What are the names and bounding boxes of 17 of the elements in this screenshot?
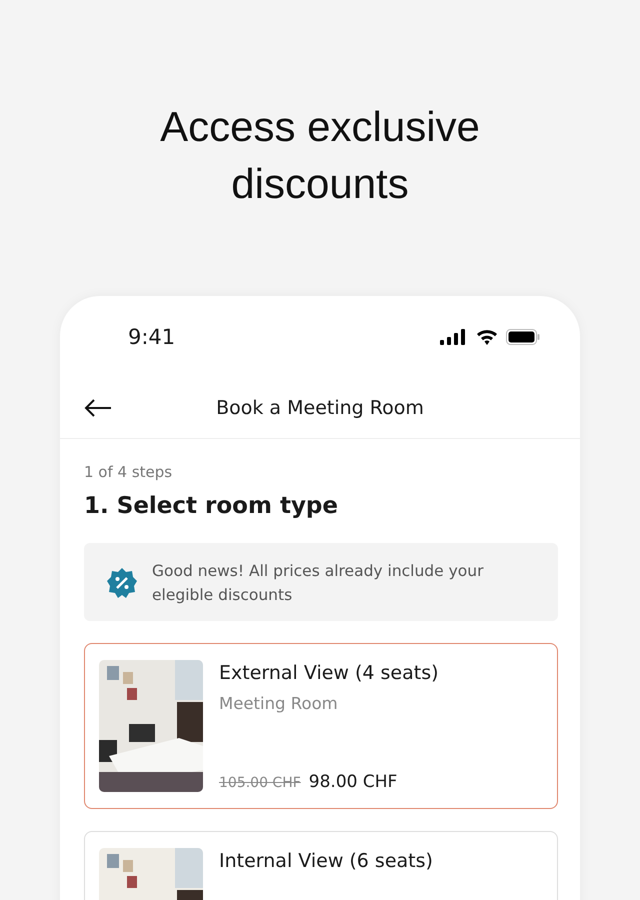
battery-icon: [506, 329, 540, 345]
discounted-price: 98.00 CHF: [308, 772, 398, 792]
notice-text: Good news! All prices already include your elegible discounts: [152, 561, 484, 606]
room-name: Internal View (6 seats): [219, 850, 433, 872]
wifi-icon: [476, 329, 498, 345]
headline: Access exclusive discounts: [159, 102, 481, 209]
step-title: 1. Select room type: [84, 493, 339, 519]
room-type: Meeting Room: [219, 694, 339, 713]
signal-icon: [440, 329, 468, 345]
status-time: 9:41: [128, 325, 176, 349]
discount-badge-icon: [106, 567, 138, 599]
room-card[interactable]: Internal View (6 seats): [84, 831, 558, 900]
screen-title: Book a Meeting Room: [215, 397, 425, 419]
room-name: External View (4 seats): [219, 662, 439, 684]
room-card[interactable]: External View (4 seats) Meeting Room 105.00 CHF 98.00 CHF: [84, 643, 558, 809]
back-arrow-icon[interactable]: [84, 398, 112, 418]
original-price: 105.00 CHF: [219, 775, 301, 791]
